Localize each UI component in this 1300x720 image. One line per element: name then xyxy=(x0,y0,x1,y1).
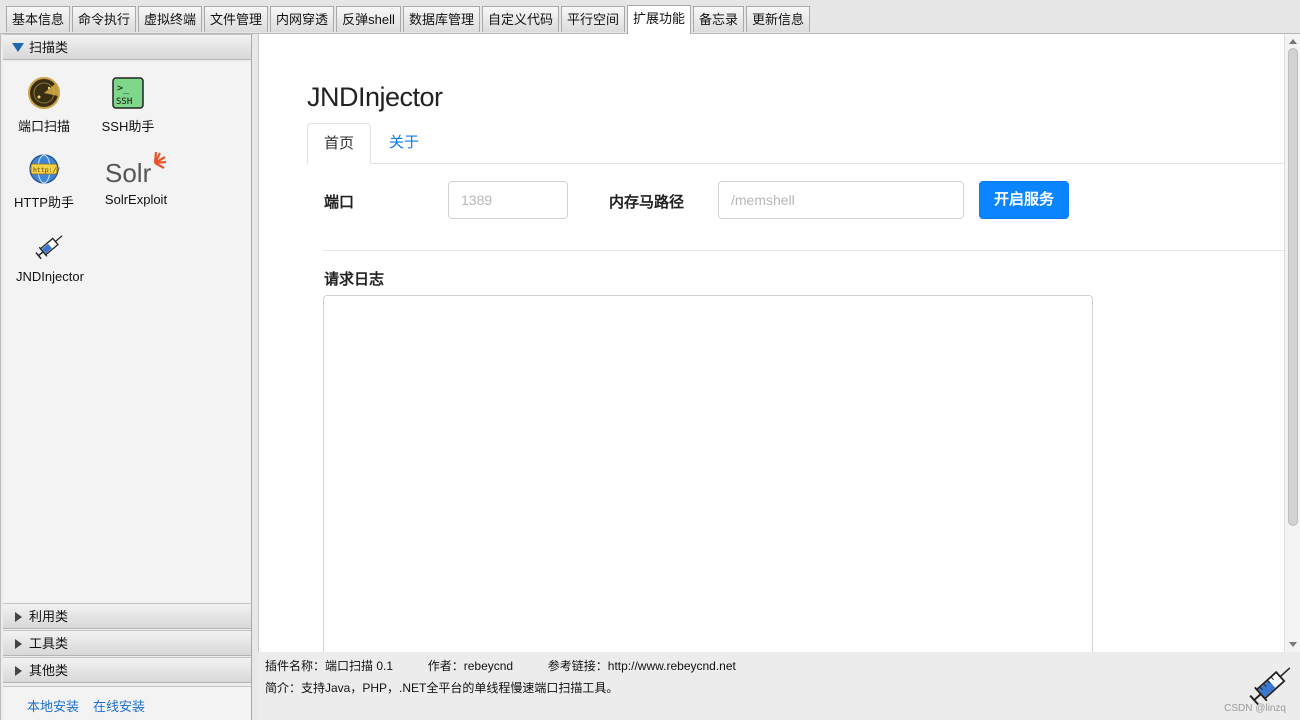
category-label: 其他类 xyxy=(29,663,69,678)
plugin-author-text: 作者：rebeycnd xyxy=(427,659,514,673)
plugin-label: HTTP助手 xyxy=(14,195,74,210)
plugin-label: JNDInjector xyxy=(16,269,84,284)
syringe-icon xyxy=(33,229,67,263)
tab-update-info[interactable]: 更新信息 xyxy=(746,6,810,32)
radar-icon xyxy=(27,76,61,110)
category-scan-header[interactable]: 扫描类 xyxy=(3,34,251,60)
plugin-label: SolrExploit xyxy=(104,192,168,207)
plugin-description-text: 简介：支持Java，PHP，.NET全平台的单线程慢速端口扫描工具。 xyxy=(265,681,619,695)
plugin-sidebar: 扫描类 端口扫描 >_ SSH SSH助手 http:// HTTP助手 Sol… xyxy=(0,34,252,720)
top-tab-bar: 基本信息 命令执行 虚拟终端 文件管理 内网穿透 反弹shell 数据库管理 自… xyxy=(0,0,1300,34)
solr-logo-icon: Solr xyxy=(105,151,167,188)
port-label: 端口 xyxy=(324,194,355,211)
tab-virtual-terminal[interactable]: 虚拟终端 xyxy=(138,6,202,32)
page-title: JNDInjector xyxy=(307,82,443,112)
scrollbar-thumb[interactable] xyxy=(1288,48,1298,526)
plugin-link-text: 参考链接：http://www.rebeycnd.net xyxy=(547,659,736,673)
online-install-link[interactable]: 在线安装 xyxy=(93,696,145,715)
start-service-button[interactable]: 开启服务 xyxy=(979,181,1069,219)
tab-extensions[interactable]: 扩展功能 xyxy=(627,5,691,34)
category-tools-header[interactable]: 工具类 xyxy=(3,630,251,656)
request-log-label: 请求日志 xyxy=(324,271,385,288)
collapsed-arrow-icon xyxy=(15,639,22,649)
tab-custom-code[interactable]: 自定义代码 xyxy=(482,6,559,32)
plugin-jndinjector[interactable]: JNDInjector xyxy=(11,229,89,284)
svg-text:Solr: Solr xyxy=(105,158,152,186)
port-input[interactable] xyxy=(448,181,568,219)
request-log-textarea[interactable] xyxy=(323,295,1093,652)
plugin-name-text: 插件名称：端口扫描 0.1 xyxy=(265,659,394,673)
category-exploit-header[interactable]: 利用类 xyxy=(3,603,251,629)
plugin-label: 端口扫描 xyxy=(17,119,70,134)
collapsed-arrow-icon xyxy=(15,612,22,622)
local-install-link[interactable]: 本地安装 xyxy=(27,696,79,715)
plugin-http-helper[interactable]: http:// HTTP助手 xyxy=(5,152,83,211)
memshell-path-input[interactable] xyxy=(718,181,964,219)
plugin-nav-tabs: 首页 关于 xyxy=(307,123,1287,164)
plugin-port-scan[interactable]: 端口扫描 xyxy=(5,76,83,135)
svg-text:SSH: SSH xyxy=(116,97,132,107)
scroll-down-arrow-icon[interactable] xyxy=(1289,642,1297,647)
plugin-content-panel: JNDInjector 首页 关于 端口 内存马路径 开启服务 请求日志 xyxy=(258,34,1300,652)
category-label: 利用类 xyxy=(29,609,69,624)
install-bar: 本地安装 在线安装 xyxy=(3,686,251,720)
tab-database-manager[interactable]: 数据库管理 xyxy=(403,6,480,32)
tab-intranet-tunnel[interactable]: 内网穿透 xyxy=(270,6,334,32)
category-other-header[interactable]: 其他类 xyxy=(3,657,251,683)
tab-memo[interactable]: 备忘录 xyxy=(693,6,744,32)
collapsed-arrow-icon xyxy=(15,666,22,676)
ssh-terminal-icon: >_ SSH xyxy=(111,76,145,110)
plugin-label: SSH助手 xyxy=(101,119,155,134)
svg-text:>_: >_ xyxy=(117,83,130,94)
tab-command-exec[interactable]: 命令执行 xyxy=(72,6,136,32)
plugin-meta-line: 插件名称：端口扫描 0.1 作者：rebeycnd 参考链接：http://ww… xyxy=(265,657,736,674)
category-label: 工具类 xyxy=(29,636,69,651)
tab-basic-info[interactable]: 基本信息 xyxy=(6,6,70,32)
http-globe-icon: http:// xyxy=(27,152,61,186)
plugin-list: 端口扫描 >_ SSH SSH助手 http:// HTTP助手 Solr So… xyxy=(3,62,251,603)
category-scan-label: 扫描类 xyxy=(29,40,69,55)
scroll-up-arrow-icon[interactable] xyxy=(1289,39,1297,44)
section-divider xyxy=(323,250,1300,251)
plugin-solr-exploit[interactable]: Solr SolrExploit xyxy=(97,151,175,207)
plugin-ssh-helper[interactable]: >_ SSH SSH助手 xyxy=(89,76,167,135)
memshell-path-label: 内存马路径 xyxy=(609,194,685,211)
plugin-info-bar: 插件名称：端口扫描 0.1 作者：rebeycnd 参考链接：http://ww… xyxy=(258,652,1300,720)
expand-arrow-icon xyxy=(12,43,24,52)
tab-home[interactable]: 首页 xyxy=(307,123,372,164)
tab-about[interactable]: 关于 xyxy=(373,123,435,164)
tab-parallel-space[interactable]: 平行空间 xyxy=(561,6,625,32)
watermark-text: CSDN @linzq xyxy=(1224,703,1286,714)
tab-file-manager[interactable]: 文件管理 xyxy=(204,6,268,32)
tab-reverse-shell[interactable]: 反弹shell xyxy=(336,6,401,32)
svg-text:http://: http:// xyxy=(33,166,60,174)
vertical-scrollbar[interactable] xyxy=(1284,34,1300,652)
